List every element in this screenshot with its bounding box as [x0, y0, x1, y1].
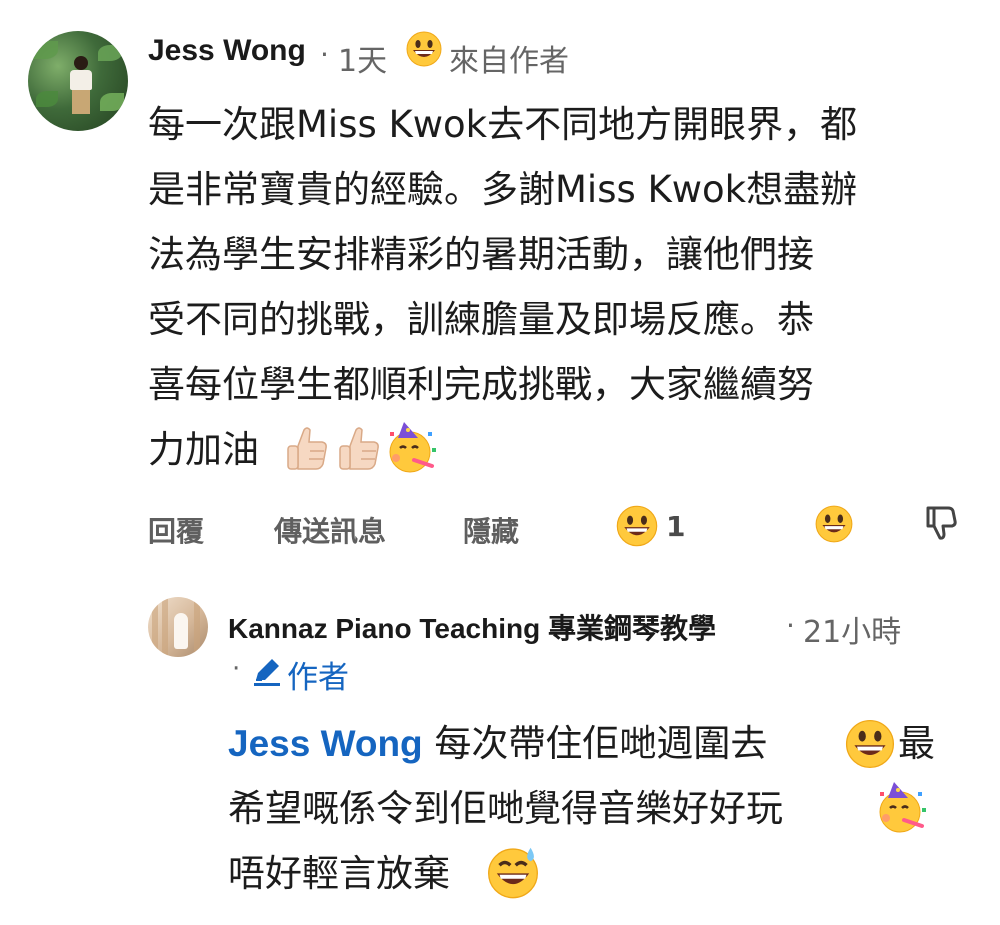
thumbs-up-icon	[339, 427, 379, 470]
comment-line: 喜每位學生都順利完成挑戰，大家繼續努	[148, 363, 814, 406]
reply-timestamp[interactable]: 21小時	[803, 607, 901, 651]
meta-separator: ·	[786, 609, 795, 642]
reply-line: 唔好輕言放棄	[228, 852, 450, 895]
thumbs-up-icon	[287, 427, 327, 470]
add-reaction-icon[interactable]	[814, 504, 854, 544]
comment-line-text: 力加油	[148, 428, 259, 471]
meta-separator: ·	[320, 38, 329, 71]
avatar[interactable]	[148, 597, 208, 657]
meta-separator: ·	[232, 654, 241, 684]
grinning-sweat-icon	[488, 847, 538, 899]
comment-line: 是非常寶貴的經驗。多謝Miss Kwok想盡辦	[148, 168, 858, 211]
hide-button[interactable]: 隱藏	[463, 510, 519, 550]
comment-line: 力加油	[148, 417, 259, 482]
comment-line: 每一次跟Miss Kwok去不同地方開眼界，都	[148, 103, 858, 146]
author-badge: 來自作者	[449, 44, 569, 79]
send-message-button[interactable]: 傳送訊息	[274, 510, 386, 550]
reply-line: Jess Wong 每次帶住佢哋週圍去	[228, 711, 767, 776]
pencil-icon	[254, 659, 280, 686]
author-badge: 作者	[287, 660, 349, 696]
comment-line: 受不同的挑戰，訓練膽量及即場反應。恭	[148, 298, 814, 341]
reply-line: 希望嘅係令到佢哋覺得音樂好好玩	[228, 787, 783, 830]
reply-line-text: 每次帶住佢哋週圍去	[434, 722, 768, 765]
reply-button[interactable]: 回覆	[148, 510, 204, 550]
comment-line: 法為學生安排精彩的暑期活動，讓他們接	[148, 233, 814, 276]
reaction-count: 1	[666, 510, 686, 543]
grinning-face-big-eyes-icon	[845, 719, 895, 769]
reaction-grinning-icon[interactable]	[615, 504, 659, 548]
reply-line-end: 最	[898, 722, 935, 765]
reply-author-name[interactable]: Kannaz Piano Teaching 專業鋼琴教學	[228, 607, 716, 647]
comment-timestamp[interactable]: 1天	[338, 36, 387, 80]
partying-face-icon	[389, 422, 436, 473]
partying-face-icon	[879, 782, 926, 833]
comment-author-name[interactable]: Jess Wong	[148, 34, 306, 68]
avatar[interactable]	[28, 31, 128, 131]
thumbs-down-icon[interactable]	[920, 502, 960, 542]
mention-link[interactable]: Jess Wong	[228, 723, 423, 764]
grinning-face-icon	[406, 31, 442, 67]
